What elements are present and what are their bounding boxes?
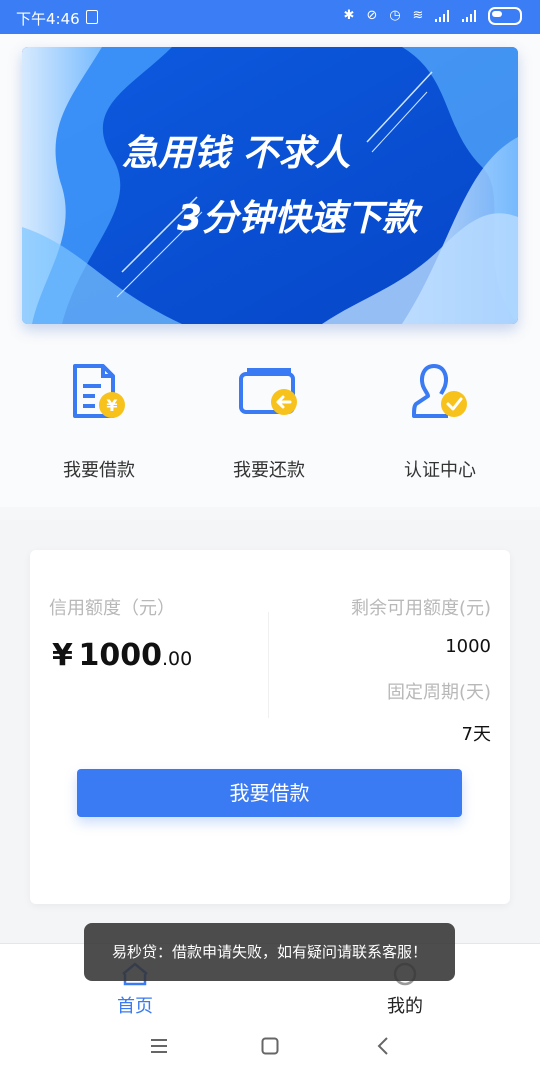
remaining-limit-label: 剩余可用额度(元) [350,598,491,619]
amount-main: 1000 [78,638,162,673]
fixed-period-label: 固定周期(天) [386,682,491,703]
status-bar: 下午4:46 ✱ ⊘ ◷ ≋ [0,0,540,34]
quick-action-verify[interactable]: 认证中心 [360,360,520,482]
credit-amount: ¥ 1000.00 [52,638,192,673]
battery-icon [488,7,522,25]
system-nav-bar [0,1015,540,1080]
promo-banner[interactable]: 急用钱 不求人 3分钟快速下款 [22,47,518,324]
repay-wallet-icon [239,368,297,415]
menu-icon[interactable] [150,1037,168,1055]
status-time: 下午4:46 [16,10,80,28]
quick-action-label: 我要借款 [63,460,135,481]
signal-icon [462,10,476,22]
banner-graphic: 急用钱 不求人 3分钟快速下款 [22,47,518,324]
svg-text:¥: ¥ [106,396,117,415]
loan-document-icon: ¥ [73,364,125,418]
banner-line1: 急用钱 不求人 [122,133,351,174]
sim-card-icon [86,10,98,24]
credit-limit-label: 信用额度（元） [49,598,175,619]
home-square-icon[interactable] [261,1037,279,1055]
amount-decimal: .00 [161,648,193,670]
quick-action-loan[interactable]: ¥ 我要借款 [19,360,179,482]
status-icons: ✱ ⊘ ◷ ≋ [342,7,522,25]
back-icon[interactable] [376,1037,390,1055]
remaining-limit-value: 1000 [445,636,491,657]
banner-line2: 3分钟快速下款 [177,198,423,239]
wifi-icon: ≋ [412,8,424,23]
fixed-period-value: 7天 [461,724,491,745]
credit-card: 信用额度（元） ¥ 1000.00 剩余可用额度(元) 1000 固定周期(天)… [30,550,510,904]
quick-action-repay[interactable]: 我要还款 [189,360,349,482]
quick-action-label: 我要还款 [233,460,305,481]
card-divider [268,612,269,718]
mute-icon: ⊘ [366,8,378,23]
verified-user-icon [412,364,467,418]
error-toast: 易秒贷：借款申请失败，如有疑问请联系客服！ [84,923,455,981]
alarm-icon: ◷ [389,8,401,23]
borrow-button[interactable]: 我要借款 [77,769,462,817]
bluetooth-icon: ✱ [343,8,355,23]
quick-action-label: 认证中心 [404,460,476,481]
signal-icon [435,10,449,22]
currency-symbol: ¥ [52,638,73,673]
